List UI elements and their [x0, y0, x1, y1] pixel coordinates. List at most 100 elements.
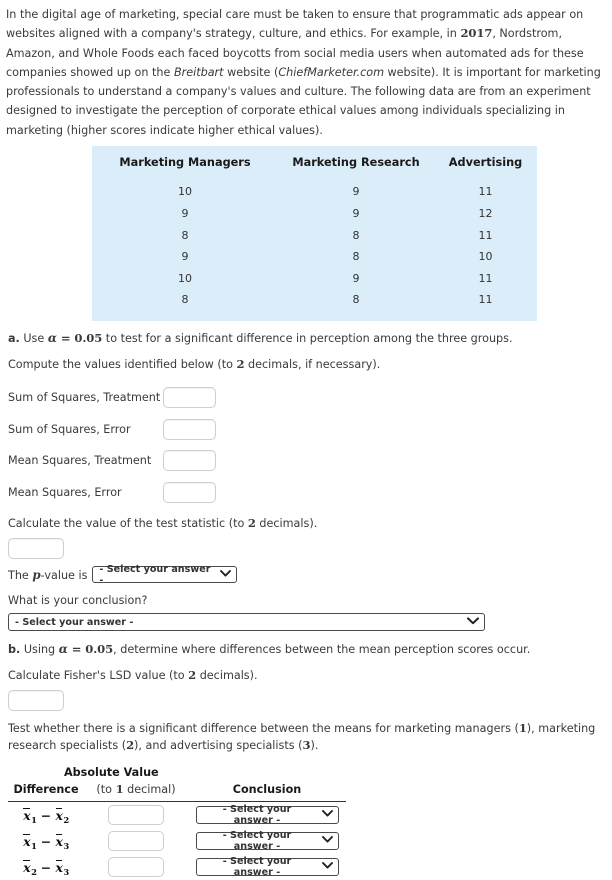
- part-b-label: b.: [8, 643, 21, 657]
- chevron-down-icon: [467, 617, 479, 628]
- alpha-symbol: α: [47, 330, 57, 345]
- intro-paragraph: In the digital age of marketing, special…: [4, 5, 608, 140]
- test-statistic-container: [8, 538, 608, 560]
- part-a-text-1: Use: [19, 331, 48, 345]
- select-conclusion-2-3-value: - Select your answer -: [222, 856, 292, 879]
- p-symbol: p: [32, 567, 41, 582]
- cell-research: 9: [352, 206, 360, 220]
- header-difference: Difference: [8, 781, 84, 803]
- input-ss-treatment[interactable]: [163, 387, 216, 409]
- input-difference-1-2[interactable]: [108, 805, 164, 826]
- input-difference-2-3[interactable]: [108, 857, 164, 878]
- compute-text-1: Compute the values identified below (to: [8, 357, 237, 371]
- difference-expression: x2 − x3: [8, 854, 84, 880]
- cell-research: 8: [352, 250, 360, 264]
- part-a-question: a. Use α = 0.05 to test for a significan…: [8, 330, 608, 347]
- label-ms-treatment: Mean Squares, Treatment: [8, 454, 152, 468]
- pairwise-comparison-table: Difference (to 1 decimal) Conclusion x1 …: [8, 781, 346, 880]
- test-statistic-instruction: Calculate the value of the test statisti…: [8, 515, 608, 532]
- chevron-down-icon: [321, 810, 333, 820]
- worksheet-page: In the digital age of marketing, special…: [0, 0, 612, 880]
- select-conclusion-1-3[interactable]: - Select your answer -: [195, 830, 339, 852]
- chevron-down-icon: [220, 569, 232, 580]
- cell-managers: 9: [181, 206, 189, 220]
- x-bar-symbol: x: [55, 808, 63, 824]
- difference-value-cell: [84, 828, 188, 854]
- x-bar-symbol: x: [55, 834, 63, 850]
- input-ms-treatment[interactable]: [163, 450, 216, 472]
- select-conclusion-1-2[interactable]: - Select your answer -: [195, 804, 339, 826]
- pvalue-text-2: -value is: [40, 568, 88, 582]
- table-row: x1 − x2 - Select your answer -: [8, 802, 346, 829]
- select-conclusion-2-3[interactable]: - Select your answer -: [195, 856, 339, 879]
- cell-research: 9: [352, 185, 360, 199]
- subscript-first: 1: [31, 840, 37, 851]
- select-conclusion[interactable]: - Select your answer -: [8, 613, 485, 632]
- table-row: 9 9 12: [92, 203, 537, 225]
- cell-advertising: 11: [478, 185, 493, 199]
- minus-sign: −: [40, 860, 52, 876]
- difference-expression: x1 − x3: [8, 828, 84, 854]
- cell-advertising: 11: [478, 271, 493, 285]
- conclusion-question: What is your conclusion?: [8, 594, 148, 608]
- input-ss-error[interactable]: [163, 418, 216, 440]
- pvalue-label: The p-value is: [8, 568, 87, 582]
- label-ms-error: Mean Squares, Error: [8, 485, 122, 499]
- part-b-question: b. Using α = 0.05, determine where diffe…: [8, 641, 608, 658]
- header-decimal-note: (to 1 decimal): [84, 781, 188, 803]
- anova-fields-list: Sum of Squares, Treatment Sum of Squares…: [8, 384, 608, 507]
- input-ms-error[interactable]: [163, 481, 216, 503]
- cell-managers: 8: [181, 293, 189, 307]
- column-header-advertising: Advertising: [448, 156, 523, 170]
- alpha-symbol: α: [58, 642, 68, 657]
- cell-research: 9: [352, 271, 360, 285]
- cell-advertising: 11: [478, 293, 493, 307]
- cell-research: 8: [352, 293, 360, 307]
- absolute-value-header: Absolute Value: [64, 766, 159, 780]
- pairwise-text-1: Test whether there is a significant diff…: [8, 722, 519, 736]
- minus-sign: −: [40, 808, 52, 824]
- cell-managers: 8: [181, 228, 189, 242]
- difference-value-cell: [84, 854, 188, 880]
- compute-instruction: Compute the values identified below (to …: [8, 356, 608, 373]
- field-row-ms-treatment: Mean Squares, Treatment: [8, 447, 608, 475]
- column-header-managers: Marketing Managers: [119, 156, 251, 170]
- subscript-second: 3: [63, 840, 70, 851]
- table-row: 8 8 11: [92, 224, 537, 246]
- lsd-text-2: decimals).: [196, 669, 258, 683]
- input-fisher-lsd[interactable]: [8, 690, 64, 712]
- input-difference-1-3[interactable]: [108, 831, 164, 852]
- test-stat-decimals: 2: [247, 516, 256, 531]
- select-pvalue[interactable]: - Select your answer -: [92, 563, 238, 586]
- table-row: 8 8 11: [92, 289, 537, 311]
- data-table-header-row: Marketing Managers Marketing Research Ad…: [92, 154, 537, 181]
- pairwise-text-3: ), and advertising specialists (: [134, 739, 303, 753]
- minus-sign: −: [40, 834, 52, 850]
- perception-data-table: Marketing Managers Marketing Research Ad…: [92, 154, 537, 311]
- lsd-instruction: Calculate Fisher's LSD value (to 2 decim…: [8, 667, 608, 684]
- subscript-second: 3: [63, 866, 70, 877]
- intro-italic-chiefmarketer: ChiefMarketer.com: [278, 65, 384, 79]
- input-test-statistic[interactable]: [8, 538, 64, 560]
- pairwise-text-4: ).: [310, 739, 319, 753]
- cell-managers: 10: [178, 185, 192, 199]
- comparison-header-row: Difference (to 1 decimal) Conclusion: [8, 781, 346, 803]
- equals-symbol: =: [67, 642, 86, 657]
- test-stat-text-2: decimals).: [255, 517, 318, 531]
- cell-managers: 9: [181, 250, 189, 264]
- label-ss-treatment: Sum of Squares, Treatment: [8, 391, 161, 405]
- select-pvalue-value: - Select your answer -: [99, 563, 211, 586]
- part-a-label: a.: [8, 331, 20, 345]
- equals-symbol: =: [56, 330, 75, 345]
- alpha-value: 0.05: [85, 642, 114, 657]
- x-bar-symbol: x: [23, 834, 31, 850]
- decimal-note-num: 1: [115, 782, 124, 797]
- part-b-text-1: Using: [20, 643, 59, 657]
- column-header-research: Marketing Research: [292, 156, 420, 170]
- field-row-ss-error: Sum of Squares, Error: [8, 415, 608, 443]
- field-row-ss-treatment: Sum of Squares, Treatment: [8, 384, 608, 412]
- difference-value-cell: [84, 802, 188, 829]
- test-stat-text-1: Calculate the value of the test statisti…: [8, 517, 248, 531]
- cell-advertising: 10: [478, 250, 493, 264]
- table-row: 9 8 10: [92, 246, 537, 268]
